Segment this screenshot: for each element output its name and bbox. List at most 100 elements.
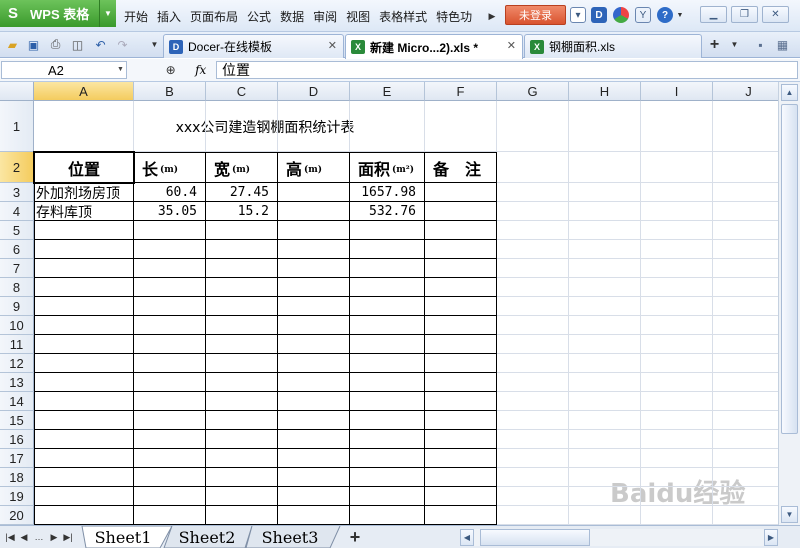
row-header[interactable]: 8 — [0, 278, 34, 297]
sheet-title-cell[interactable]: xxx公司建造钢棚面积统计表 — [34, 102, 496, 152]
menu-home[interactable]: 开始 — [124, 8, 148, 25]
horizontal-scrollbar[interactable]: ◀ ▶ — [460, 529, 778, 546]
row-header[interactable]: 4 — [0, 202, 34, 221]
column-header[interactable]: D — [278, 82, 350, 101]
formula-input[interactable]: 位置 — [216, 61, 798, 79]
header-cell[interactable]: 备 注 — [425, 152, 497, 183]
column-header[interactable]: F — [425, 82, 497, 101]
row-header[interactable]: 14 — [0, 392, 34, 411]
menu-table-style[interactable]: 表格样式 — [379, 8, 427, 25]
vertical-scrollbar[interactable]: ▲ ▼ — [778, 82, 800, 525]
select-all-corner[interactable] — [0, 82, 34, 101]
row-header[interactable]: 16 — [0, 430, 34, 449]
sheet-tab-sheet1[interactable]: Sheet1 — [90, 526, 156, 548]
row-header[interactable]: 12 — [0, 354, 34, 373]
zoom-icon[interactable]: ⊕ — [166, 63, 176, 77]
horizontal-scroll-thumb[interactable] — [480, 529, 590, 546]
help-icon[interactable]: ? — [657, 7, 673, 23]
number-cell[interactable]: 15.2 — [206, 202, 278, 221]
row-header[interactable]: 7 — [0, 259, 34, 278]
tab-docer[interactable]: D Docer-在线模板 ✕ — [163, 34, 344, 58]
menu-data[interactable]: 数据 — [280, 8, 304, 25]
row-header[interactable]: 9 — [0, 297, 34, 316]
shirt-icon[interactable]: Y — [635, 7, 651, 23]
sheet-tab-sheet2[interactable]: Sheet2 — [172, 526, 242, 548]
column-header[interactable]: J — [713, 82, 778, 101]
wps-app-button[interactable]: S WPS 表格 ▼ — [0, 0, 116, 27]
restore-icon[interactable]: ❐ — [731, 6, 758, 23]
new-tab-plus-icon[interactable]: + — [707, 36, 722, 53]
tab-steel-shed-area[interactable]: X 钢棚面积.xls — [524, 34, 702, 58]
spreadsheet-grid[interactable]: xxx公司建造钢棚面积统计表 Baidu经验 ABCDEFGHIJ1234567… — [0, 82, 778, 525]
tab-new-micro[interactable]: X 新建 Micro...2).xls * ✕ — [345, 34, 523, 59]
number-cell[interactable]: 1657.98 — [350, 183, 425, 202]
redo-icon[interactable]: ↷ — [115, 37, 130, 52]
column-header[interactable]: C — [206, 82, 278, 101]
close-icon[interactable]: ✕ — [762, 6, 789, 23]
print-preview-icon[interactable]: ◫ — [70, 37, 85, 52]
number-cell[interactable]: 35.05 — [134, 202, 206, 221]
row-header[interactable]: 17 — [0, 449, 34, 468]
close-icon[interactable]: ✕ — [328, 39, 337, 52]
row-header[interactable]: 5 — [0, 221, 34, 240]
number-cell[interactable]: 27.45 — [206, 183, 278, 202]
row-header[interactable]: 2 — [0, 152, 34, 183]
color-wheel-icon[interactable] — [613, 7, 629, 23]
column-header[interactable]: I — [641, 82, 713, 101]
scroll-right-icon[interactable]: ▶ — [764, 529, 778, 546]
row-header[interactable]: 18 — [0, 468, 34, 487]
menu-page-layout[interactable]: 页面布局 — [190, 8, 238, 25]
menu-view[interactable]: 视图 — [346, 8, 370, 25]
vertical-scroll-thumb[interactable] — [781, 104, 798, 434]
open-folder-icon[interactable]: ▰ — [5, 37, 20, 52]
menu-formulas[interactable]: 公式 — [247, 8, 271, 25]
minimize-icon[interactable]: ▁ — [700, 6, 727, 23]
help-dropdown-icon[interactable]: ▼ — [675, 7, 685, 23]
undo-icon[interactable]: ↶ — [93, 37, 108, 52]
login-button[interactable]: 未登录 — [505, 5, 566, 25]
header-cell[interactable]: 高 (m) — [278, 152, 350, 183]
save-icon[interactable]: ▣ — [26, 37, 41, 52]
close-icon[interactable]: ✕ — [507, 39, 516, 52]
row-header[interactable]: 19 — [0, 487, 34, 506]
header-cell[interactable]: 宽 (m) — [206, 152, 278, 183]
customize-dropdown-icon[interactable]: ▼ — [147, 37, 162, 52]
add-sheet-icon[interactable]: + — [345, 527, 365, 547]
row-header[interactable]: 11 — [0, 335, 34, 354]
fx-icon[interactable]: fx — [195, 63, 206, 77]
menu-review[interactable]: 审阅 — [313, 8, 337, 25]
row-header[interactable]: 1 — [0, 101, 34, 152]
scroll-left-icon[interactable]: ◀ — [460, 529, 474, 546]
sheet-tab-sheet3[interactable]: Sheet3 — [254, 526, 326, 548]
scroll-down-icon[interactable]: ▼ — [781, 506, 798, 523]
number-cell[interactable]: 532.76 — [350, 202, 425, 221]
tile-windows-icon[interactable]: ▦ — [775, 37, 790, 52]
docer-icon[interactable]: D — [591, 7, 607, 23]
row-header[interactable]: 3 — [0, 183, 34, 202]
tab-list-dropdown-icon[interactable]: ▼ — [727, 37, 742, 52]
window-mode-icon[interactable]: ▪ — [753, 37, 768, 52]
column-header[interactable]: B — [134, 82, 206, 101]
row-header[interactable]: 15 — [0, 411, 34, 430]
column-header[interactable]: H — [569, 82, 641, 101]
scroll-up-icon[interactable]: ▲ — [781, 84, 798, 101]
location-cell[interactable]: 存料库顶 — [34, 202, 134, 221]
header-cell[interactable]: 面积 (m²) — [350, 152, 425, 183]
row-header[interactable]: 10 — [0, 316, 34, 335]
column-header[interactable]: E — [350, 82, 425, 101]
chevron-down-icon[interactable]: ▼ — [99, 0, 116, 27]
header-cell[interactable]: 长 (m) — [134, 152, 206, 183]
menu-insert[interactable]: 插入 — [157, 8, 181, 25]
column-header[interactable]: A — [34, 82, 134, 101]
print-icon[interactable]: ⎙ — [48, 37, 63, 52]
dropdown-box-icon[interactable]: ▾ — [570, 7, 586, 23]
location-cell[interactable]: 外加剂场房顶 — [34, 183, 134, 202]
row-header[interactable]: 6 — [0, 240, 34, 259]
row-header[interactable]: 20 — [0, 506, 34, 525]
menu-special[interactable]: 特色功 — [436, 8, 476, 25]
name-box[interactable]: A2 — [1, 61, 127, 79]
number-cell[interactable]: 60.4 — [134, 183, 206, 202]
chevron-right-icon[interactable]: ▶ — [487, 6, 497, 26]
row-header[interactable]: 13 — [0, 373, 34, 392]
column-header[interactable]: G — [497, 82, 569, 101]
